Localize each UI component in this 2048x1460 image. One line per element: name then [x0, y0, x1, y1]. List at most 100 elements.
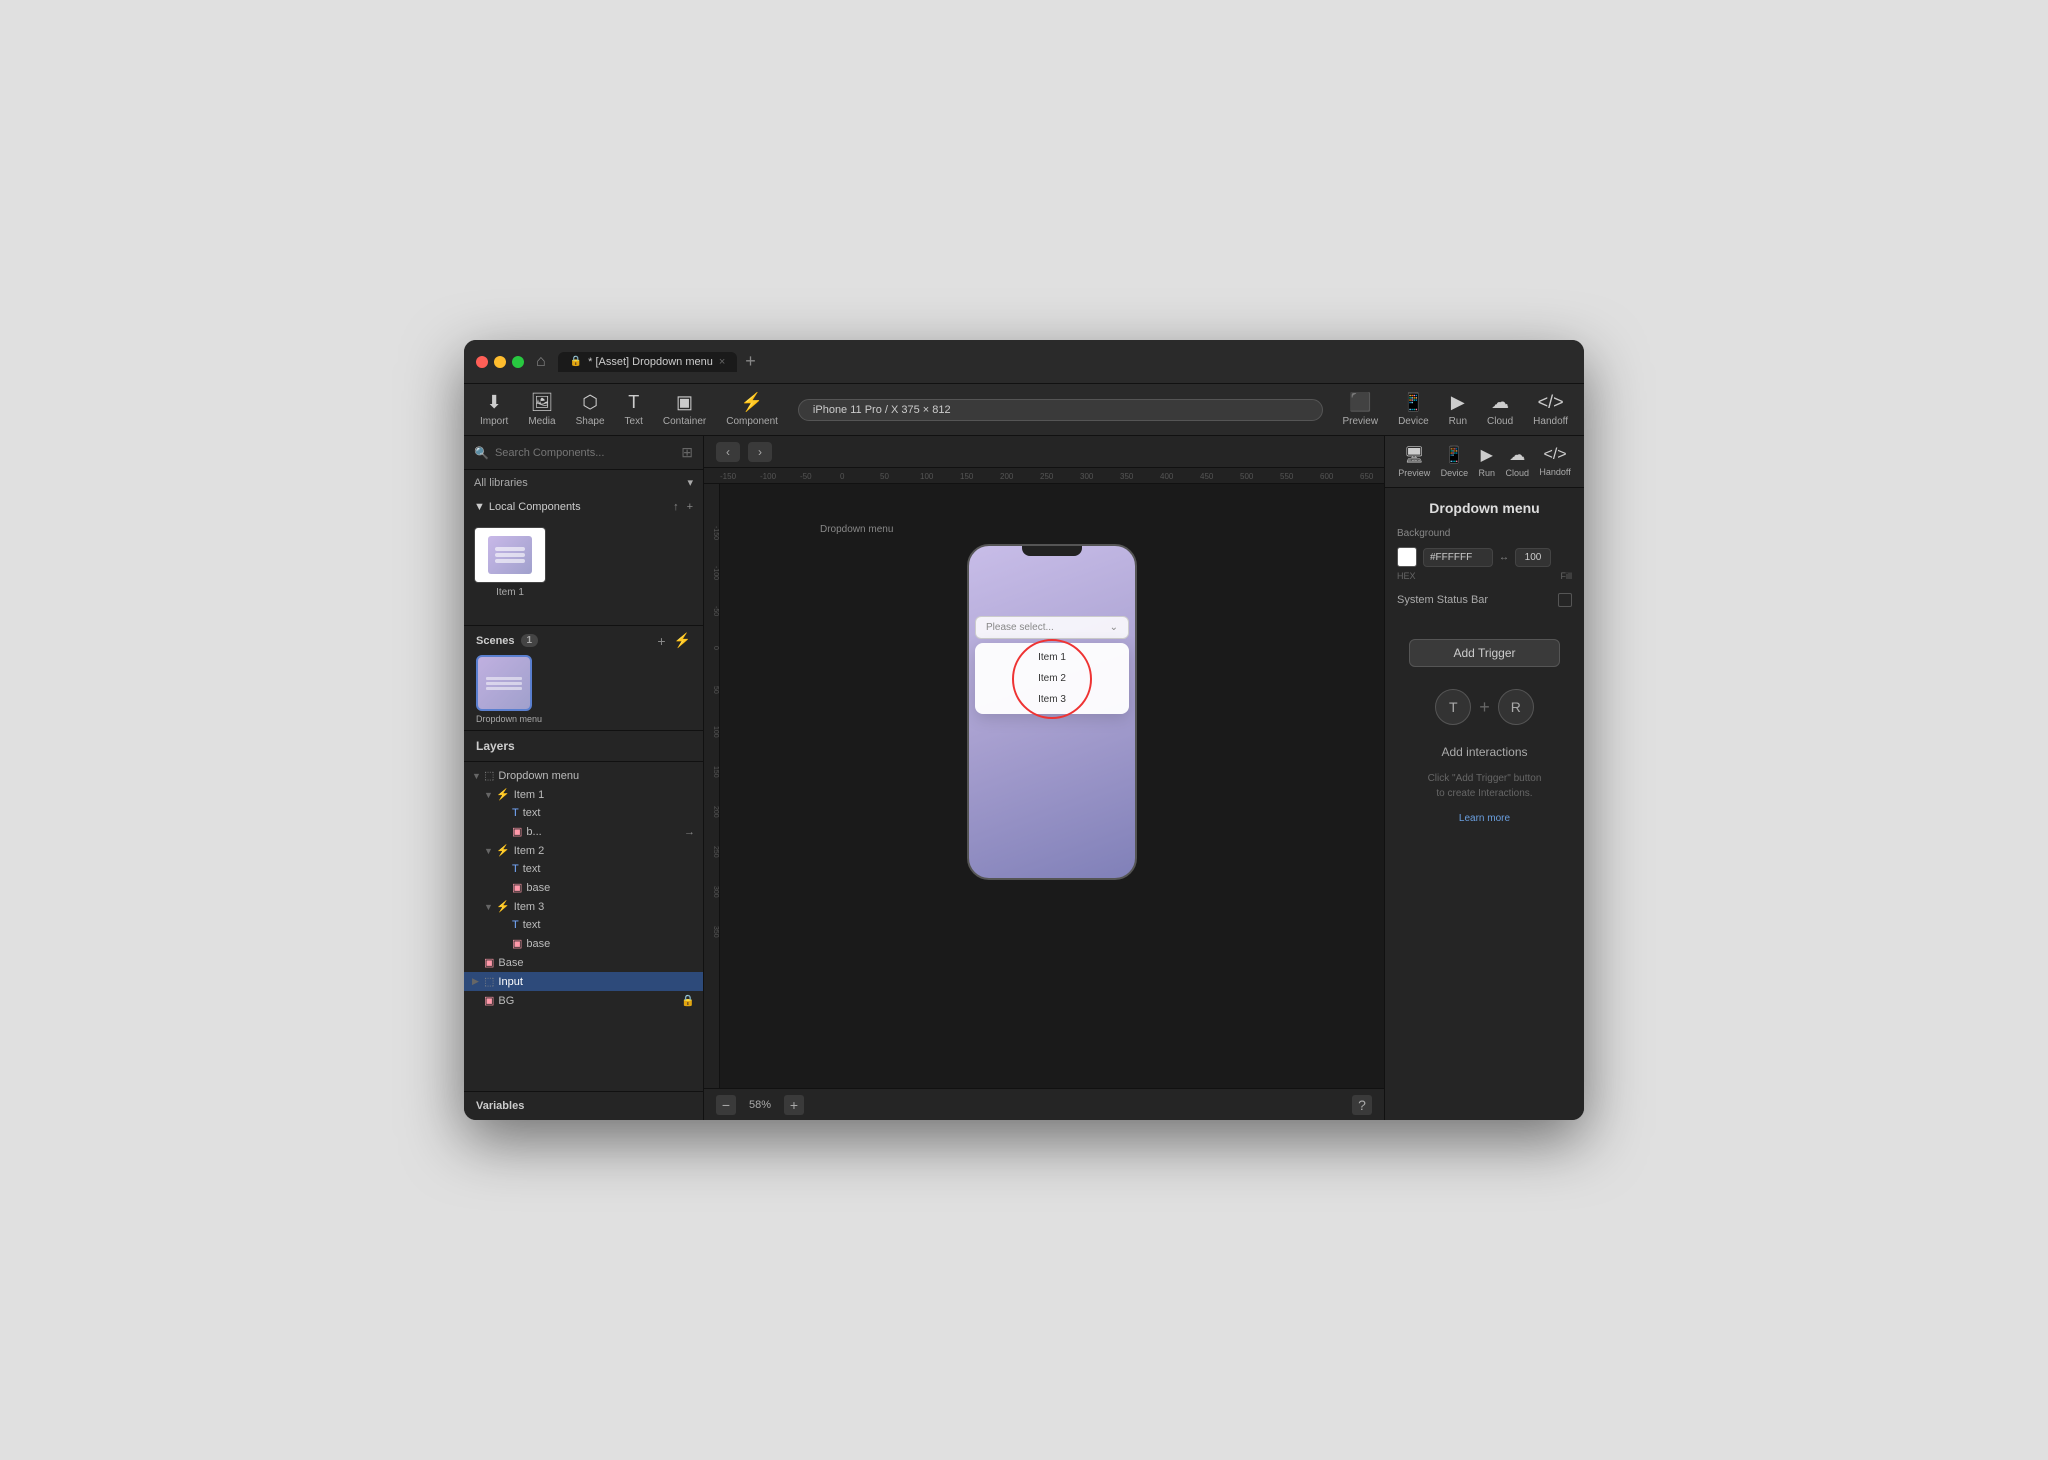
scenes-actions: + ⚡ [657, 632, 691, 649]
layer-item-1-text[interactable]: T text [464, 804, 703, 822]
add-trigger-button[interactable]: Add Trigger [1409, 639, 1560, 667]
scene-thumbnail-1[interactable]: Dropdown menu [476, 655, 542, 724]
run-tool[interactable]: ▶ Run [1449, 392, 1467, 427]
rpt-device[interactable]: 📱 Device [1441, 445, 1469, 478]
back-button[interactable]: ‹ [716, 442, 740, 462]
layer-item-2-text[interactable]: T text [464, 860, 703, 878]
opacity-input[interactable] [1515, 548, 1551, 567]
phone-frame: Please select... ⌄ Item 1 Item 2 Item 3 [967, 544, 1137, 880]
rpt-handoff[interactable]: </> Handoff [1539, 446, 1570, 477]
device-tool[interactable]: 📱 Device [1398, 392, 1429, 427]
layer-item-2-base[interactable]: ▣ base [464, 878, 703, 897]
sort-icon[interactable]: ↑ [673, 501, 679, 513]
component-thumbnail-1 [474, 527, 546, 583]
device-btn-label: Device [1398, 416, 1429, 427]
color-labels-row: HEX Fill [1397, 571, 1572, 581]
color-swatch[interactable] [1397, 547, 1417, 567]
forward-button[interactable]: › [748, 442, 772, 462]
rpt-preview[interactable]: 🖥 Preview [1398, 445, 1430, 478]
search-input[interactable] [495, 447, 675, 459]
layer-dropdown-menu[interactable]: ▼ ⬚ Dropdown menu [464, 766, 703, 785]
ruler-marks: -150 -100 -50 0 50 100 150 200 250 300 3… [704, 472, 1384, 481]
add-tab-button[interactable]: + [741, 351, 760, 372]
opacity-arrow-icon[interactable]: ↔ [1499, 552, 1509, 563]
layer-input[interactable]: ▶ ⬚ Input [464, 972, 703, 991]
system-status-bar-checkbox[interactable] [1558, 593, 1572, 607]
home-icon[interactable]: ⌂ [536, 353, 546, 371]
arrow-icon: → [684, 826, 695, 838]
component-icon: ⚡ [496, 900, 510, 913]
cloud-tool[interactable]: ☁ Cloud [1487, 392, 1513, 427]
local-components-row: ▼ Local Components ↑ + [464, 495, 703, 519]
text-tool[interactable]: T Text [625, 392, 643, 427]
all-libraries-label: All libraries [474, 477, 528, 489]
component-tool[interactable]: ⚡ Component [726, 392, 778, 427]
preview-tool[interactable]: ⬛ Preview [1343, 392, 1379, 427]
close-button[interactable] [476, 356, 488, 368]
tab-area: 🔒 * [Asset] Dropdown menu × + [558, 351, 760, 372]
toolbar-right: ⬛ Preview 📱 Device ▶ Run ☁ Cloud </> Han… [1343, 392, 1569, 427]
image-layer-icon: ▣ [484, 994, 494, 1007]
thumb-line-3 [495, 559, 525, 563]
layer-item-2[interactable]: ▼ ⚡ Item 2 [464, 841, 703, 860]
add-scene-icon[interactable]: + [657, 633, 665, 649]
text-layer-icon: T [512, 919, 519, 931]
hex-input[interactable] [1423, 548, 1493, 567]
ruler-v-marks: -150 -100 -50 0 50 100 150 200 250 300 3… [704, 484, 719, 964]
search-bar: 🔍 ⊞ [464, 436, 703, 470]
layer-item-3[interactable]: ▼ ⚡ Item 3 [464, 897, 703, 916]
canvas-viewport[interactable]: Dropdown menu Please select... ⌄ [720, 484, 1384, 1088]
filter-icon[interactable]: ⊞ [681, 444, 693, 461]
all-libraries-row[interactable]: All libraries ▾ [464, 470, 703, 495]
right-panel: 🖥 Preview 📱 Device ▶ Run ☁ Cloud </> [1384, 436, 1584, 1120]
ruler-v-mark: 100 [704, 724, 719, 764]
dropdown-trigger[interactable]: Please select... ⌄ [975, 616, 1129, 639]
layer-name: Item 1 [514, 789, 545, 801]
chevron-down-icon: ▼ [484, 902, 494, 912]
ruler-mark: 100 [920, 472, 960, 481]
layer-item-3-text[interactable]: T text [464, 916, 703, 934]
component-item-1[interactable]: Item 1 [474, 527, 546, 598]
rpt-run[interactable]: ▶ Run [1479, 445, 1496, 478]
layer-item-1[interactable]: ▼ ⚡ Item 1 [464, 785, 703, 804]
shape-tool[interactable]: ⬡ Shape [576, 392, 605, 427]
components-grid: Item 1 [464, 519, 703, 606]
tab-close-button[interactable]: × [719, 356, 725, 368]
layer-item-1-base[interactable]: ▣ b... → [464, 822, 703, 841]
zoom-in-button[interactable]: + [784, 1095, 804, 1115]
zoom-out-button[interactable]: − [716, 1095, 736, 1115]
container-tool[interactable]: ▣ Container [663, 392, 706, 427]
media-tool[interactable]: 🖼 Media [528, 392, 555, 427]
handoff-tool[interactable]: </> Handoff [1533, 392, 1568, 427]
ruler-mark: -150 [720, 472, 760, 481]
search-icon: 🔍 [474, 446, 489, 460]
layer-item-3-base[interactable]: ▣ base [464, 934, 703, 953]
ruler-mark: 500 [1240, 472, 1280, 481]
dropdown-item-3[interactable]: Item 3 [975, 689, 1129, 710]
rpt-cloud[interactable]: ☁ Cloud [1505, 445, 1529, 478]
layer-bg[interactable]: ▣ BG 🔒 [464, 991, 703, 1010]
active-tab[interactable]: 🔒 * [Asset] Dropdown menu × [558, 352, 738, 372]
cloud-label: Cloud [1487, 416, 1513, 427]
lightning-icon[interactable]: ⚡ [674, 632, 691, 649]
maximize-button[interactable] [512, 356, 524, 368]
canvas-bottom: − 58% + ? [704, 1088, 1384, 1120]
import-tool[interactable]: ⬇ Import [480, 392, 508, 427]
image-layer-icon: ▣ [512, 937, 522, 950]
components-panel: 🔍 ⊞ All libraries ▾ ▼ Local Components ↑ [464, 436, 703, 626]
layer-name: base [526, 938, 550, 950]
dropdown-placeholder: Please select... [986, 622, 1054, 633]
device-selector[interactable]: iPhone 11 Pro / X 375 × 812 [798, 399, 1323, 421]
learn-more-link[interactable]: Learn more [1459, 813, 1510, 824]
canvas-main: -150 -100 -50 0 50 100 150 200 250 300 3… [704, 484, 1384, 1088]
help-button[interactable]: ? [1352, 1095, 1372, 1115]
frame-icon: ⬚ [484, 769, 494, 782]
add-component-icon[interactable]: + [687, 501, 693, 513]
dropdown-item-1[interactable]: Item 1 [975, 647, 1129, 668]
layer-base[interactable]: ▣ Base [464, 953, 703, 972]
dropdown-item-2[interactable]: Item 2 [975, 668, 1129, 689]
minimize-button[interactable] [494, 356, 506, 368]
text-label: Text [625, 416, 643, 427]
device-btn-label: Device [1441, 468, 1469, 478]
ruler-mark: -100 [760, 472, 800, 481]
